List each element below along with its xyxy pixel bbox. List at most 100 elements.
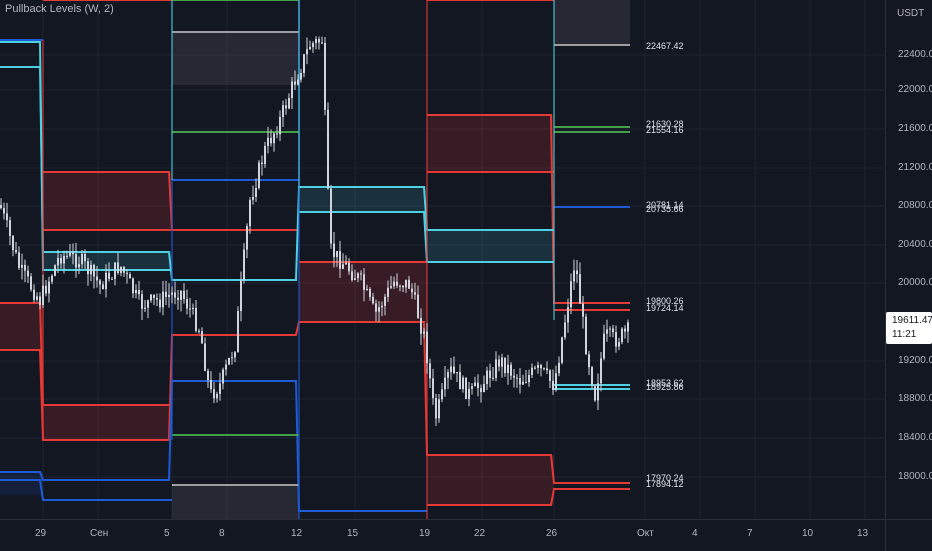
candle-body xyxy=(564,322,566,338)
price-tick: 19200.00 xyxy=(898,355,932,366)
candle-body xyxy=(498,359,500,367)
candle-body xyxy=(624,328,626,332)
candle-body xyxy=(120,266,122,273)
candle-body xyxy=(300,72,302,80)
candle-body xyxy=(318,39,320,43)
candle-body xyxy=(420,317,422,334)
candle-body xyxy=(594,386,596,401)
price-chart[interactable]: 22467.4221630.2821554.1620781.1420735.66… xyxy=(0,0,885,519)
candle-body xyxy=(261,162,263,165)
candle-body xyxy=(513,375,515,378)
candle-body xyxy=(618,342,620,347)
candle-body xyxy=(66,255,68,257)
time-tick: Сен xyxy=(90,528,109,539)
candle-body xyxy=(411,288,413,293)
candle-body xyxy=(294,81,296,85)
candle-body xyxy=(468,388,470,399)
candle-body xyxy=(387,287,389,297)
candle-body xyxy=(456,372,458,374)
candle-body xyxy=(555,373,557,391)
candle-body xyxy=(489,370,491,378)
candle-body xyxy=(360,273,362,275)
candle-body xyxy=(108,272,110,279)
candle-body xyxy=(474,382,476,387)
candle-body xyxy=(282,105,284,118)
candle-body xyxy=(561,337,563,363)
level-label: 19724.14 xyxy=(646,303,684,313)
candle-body xyxy=(84,253,86,262)
level-band xyxy=(0,303,43,350)
level-band xyxy=(172,32,299,85)
candle-body xyxy=(126,272,128,275)
level-band xyxy=(427,115,554,172)
candle-body xyxy=(237,311,239,353)
level-label: 21554.16 xyxy=(646,125,684,135)
candle-body xyxy=(597,383,599,401)
price-tick: 20800.00 xyxy=(898,200,932,211)
candle-body xyxy=(408,279,410,289)
candle-body xyxy=(399,285,401,287)
candle-body xyxy=(246,226,248,250)
candle-body xyxy=(366,288,368,290)
candle-body xyxy=(600,358,602,384)
candle-body xyxy=(231,357,233,359)
indicator-title[interactable]: Pullback Levels (W, 2) xyxy=(5,3,114,15)
candle-body xyxy=(516,377,518,379)
candle-body xyxy=(150,294,152,301)
candle-body xyxy=(342,264,344,269)
candle-body xyxy=(288,97,290,109)
candle-body xyxy=(204,343,206,371)
candle-body xyxy=(42,285,44,305)
level-fills xyxy=(0,0,630,519)
candle-body xyxy=(447,372,449,378)
level-band xyxy=(172,485,299,519)
candle-body xyxy=(144,307,146,309)
level-band xyxy=(299,262,427,322)
candle-body xyxy=(138,289,140,295)
candle-body xyxy=(426,331,428,364)
candle-body xyxy=(135,289,137,294)
candle-body xyxy=(114,262,116,279)
axis-corner xyxy=(885,519,932,551)
candle-body xyxy=(483,383,485,393)
candle-body xyxy=(225,364,227,370)
candle-body xyxy=(507,364,509,374)
level-band xyxy=(0,472,43,495)
candle-body xyxy=(273,133,275,144)
candle-body xyxy=(348,262,350,272)
candle-body xyxy=(501,357,503,367)
candle-body xyxy=(15,250,17,253)
candle-body xyxy=(90,264,92,275)
candle-body xyxy=(417,294,419,318)
candle-body xyxy=(72,252,74,255)
candle-body xyxy=(198,330,200,332)
candle-body xyxy=(291,81,293,98)
candle-body xyxy=(252,196,254,200)
candle-body xyxy=(333,243,335,258)
candle-body xyxy=(219,383,221,394)
candle-body xyxy=(486,370,488,384)
candle-body xyxy=(357,273,359,279)
time-tick: 13 xyxy=(857,528,869,539)
candle-body xyxy=(480,388,482,393)
level-label: 17894.12 xyxy=(646,479,684,489)
price-axis[interactable]: USDT 22400.00 22000.00 21600.00 21200.00 208… xyxy=(885,0,932,519)
candle-body xyxy=(393,281,395,287)
candle-body xyxy=(285,105,287,109)
time-axis[interactable]: 29 Сен 5 8 12 15 19 22 26 Окт 4 7 10 13 xyxy=(0,519,885,551)
candle-body xyxy=(102,284,104,290)
candle-body xyxy=(510,364,512,376)
candle-body xyxy=(171,292,173,295)
level-band xyxy=(43,172,172,230)
candle-body xyxy=(18,252,20,268)
candle-body xyxy=(81,253,83,265)
candle-body xyxy=(267,137,269,146)
candle-body xyxy=(75,254,77,268)
candle-body xyxy=(459,372,461,390)
candle-body xyxy=(579,274,581,304)
candle-body xyxy=(141,294,143,309)
candle-body xyxy=(567,307,569,323)
candle-body xyxy=(495,359,497,378)
candle-body xyxy=(552,380,554,391)
candle-body xyxy=(438,399,440,419)
